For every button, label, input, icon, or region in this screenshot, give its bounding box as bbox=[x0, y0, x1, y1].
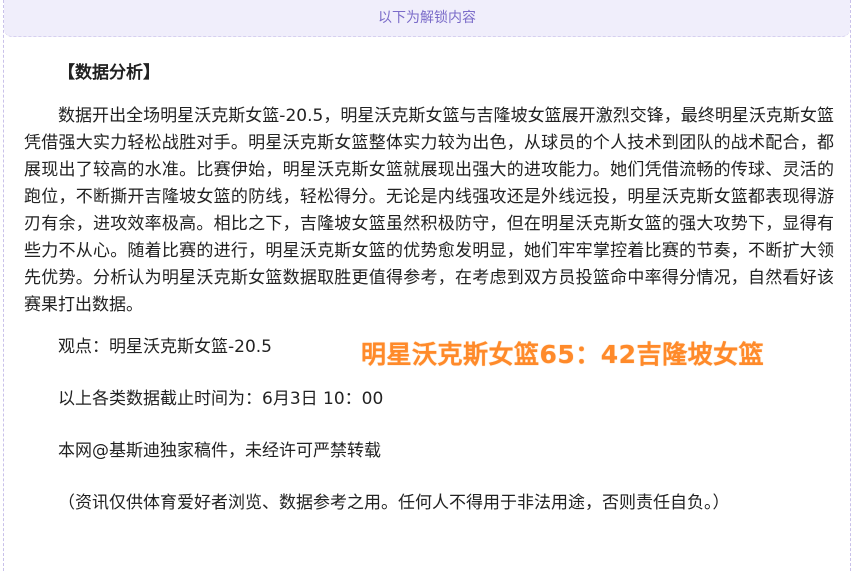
article-frame: 以下为解锁内容 【数据分析】 数据开出全场明星沃克斯女篮-20.5，明星沃克斯女… bbox=[3, 0, 851, 571]
copyright-text: 本网@基斯迪独家稿件，未经许可严禁转载 bbox=[58, 441, 381, 461]
data-cutoff-text: 以上各类数据截止时间为：6月3日 10：00 bbox=[58, 389, 384, 409]
disclaimer-text: （资讯仅供体育爱好者浏览、数据参考之用。任何人不得用于非法用途，否则责任自负。） bbox=[58, 493, 730, 513]
article-content: 【数据分析】 数据开出全场明星沃克斯女篮-20.5，明星沃克斯女篮与吉隆坡女篮展… bbox=[24, 60, 834, 542]
score-overlay: 明星沃克斯女篮65：42吉隆坡女篮 bbox=[361, 340, 765, 369]
section-title: 【数据分析】 bbox=[58, 63, 160, 83]
unlock-banner: 以下为解锁内容 bbox=[4, 0, 850, 37]
analysis-paragraph: 数据开出全场明星沃克斯女篮-20.5，明星沃克斯女篮与吉隆坡女篮展开激烈交锋，最… bbox=[24, 106, 834, 315]
